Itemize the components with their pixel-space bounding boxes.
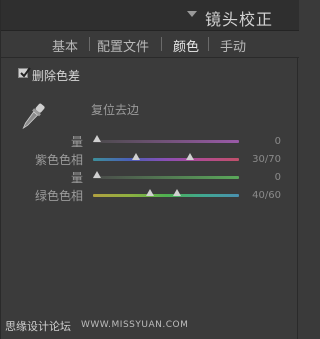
panel-header[interactable]: 镜头校正 (1, 0, 299, 31)
panel-title: 镜头校正 (205, 10, 274, 29)
checkmark-icon (20, 67, 31, 78)
slider-thumb[interactable] (93, 135, 101, 142)
slider-track[interactable] (93, 158, 239, 161)
tab-manual[interactable]: 手动 (220, 36, 246, 55)
lens-correction-panel: 镜头校正 基本 配置文件 颜色 手动 删除色差 复位去边 量 0 紫色色相 30… (0, 0, 299, 339)
watermark-url: WWW.MISSYUAN.COM (81, 320, 189, 330)
slider-label: 量 (70, 135, 83, 149)
slider-label: 量 (70, 171, 83, 185)
tab-separator (161, 37, 162, 51)
eyedropper-icon[interactable] (18, 100, 46, 134)
slider-label: 绿色色相 (34, 189, 83, 203)
reset-defringe-label[interactable]: 复位去边 (91, 101, 139, 118)
slider-track[interactable] (93, 140, 239, 143)
slider-value: 0 (274, 172, 281, 183)
remove-chromatic-aberration-checkbox[interactable] (18, 67, 31, 78)
tab-basic[interactable]: 基本 (52, 36, 78, 55)
slider-thumb[interactable] (146, 189, 154, 196)
slider-track[interactable] (93, 176, 239, 179)
slider-thumb[interactable] (132, 153, 140, 160)
slider-thumb[interactable] (186, 153, 194, 160)
tab-separator (89, 37, 90, 51)
remove-chromatic-aberration-label: 删除色差 (32, 69, 81, 83)
tab-profile[interactable]: 配置文件 (97, 36, 149, 55)
watermark-text: 思缘设计论坛 (5, 320, 71, 333)
slider-track[interactable] (93, 194, 239, 197)
slider-thumb[interactable] (93, 171, 101, 178)
slider-thumb[interactable] (173, 189, 181, 196)
slider-label: 紫色色相 (34, 153, 83, 167)
slider-value: 30/70 (252, 154, 281, 165)
slider-value: 0 (274, 136, 281, 147)
tab-separator (208, 37, 209, 51)
tab-color[interactable]: 颜色 (173, 36, 199, 55)
collapse-triangle-icon[interactable] (187, 11, 197, 17)
slider-value: 40/60 (252, 190, 281, 201)
tab-bar: 基本 配置文件 颜色 手动 (1, 31, 299, 58)
